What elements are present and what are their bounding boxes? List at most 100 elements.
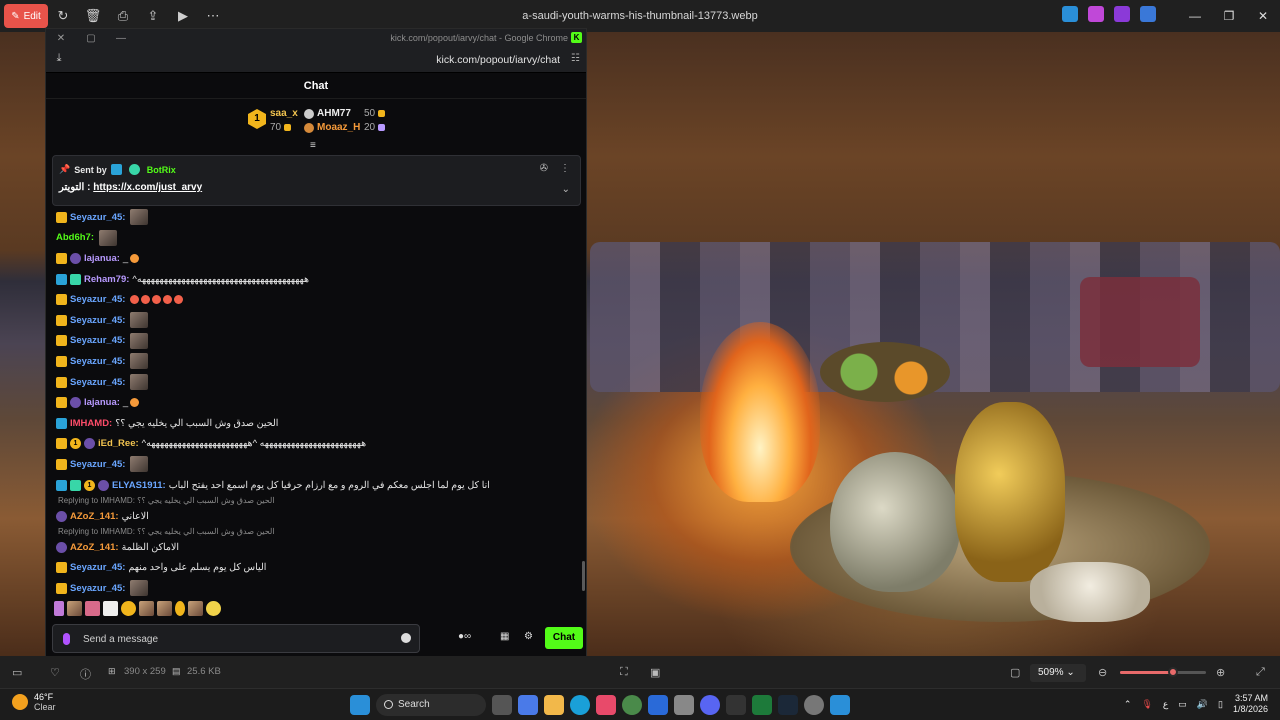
leader-first-name[interactable]: saa_x: [270, 108, 298, 119]
fullscreen-icon[interactable]: ⤢: [1256, 666, 1265, 679]
minimize-icon[interactable]: —: [1178, 0, 1212, 32]
zoom-knob[interactable]: [1168, 667, 1179, 677]
emote-icon[interactable]: [139, 601, 154, 616]
chrome-maximize-icon[interactable]: ▢: [76, 33, 106, 44]
store-app-icon[interactable]: [596, 695, 616, 715]
close-icon[interactable]: ✕: [1246, 0, 1280, 32]
chat-username[interactable]: AZoZ_141:: [70, 542, 119, 553]
chrome-close-icon[interactable]: ✕: [46, 33, 76, 44]
chat-input-box[interactable]: [52, 624, 420, 653]
chat-message[interactable]: lajanua: _: [46, 392, 584, 413]
pinned-link[interactable]: https://x.com/just_arvy: [93, 182, 202, 193]
weather-widget[interactable]: 46°F Clear: [12, 692, 56, 712]
designer-app-icon[interactable]: [1088, 6, 1104, 22]
emote-icon[interactable]: [103, 601, 118, 616]
emote-icon[interactable]: [206, 601, 221, 616]
chat-username[interactable]: IMHAMD:: [70, 418, 112, 429]
kicks-icon[interactable]: ●∞: [458, 631, 471, 642]
excel-icon[interactable]: [752, 695, 772, 715]
emote-icon[interactable]: [188, 601, 203, 616]
mic-tray-icon[interactable]: 🎙: [1141, 699, 1152, 710]
crop-icon[interactable]: ▣: [650, 666, 660, 679]
chat-message[interactable]: lajanua: _: [46, 248, 584, 269]
emote-icon[interactable]: [157, 601, 172, 616]
more-icon[interactable]: ⋯: [198, 4, 228, 28]
settings-app-icon[interactable]: [804, 695, 824, 715]
photos-app-icon[interactable]: [1062, 6, 1078, 22]
chrome-icon[interactable]: [622, 695, 642, 715]
chat-username[interactable]: ELYAS1911:: [112, 480, 166, 491]
task-view-icon[interactable]: [492, 695, 512, 715]
chat-username[interactable]: Seyazur_45:: [70, 377, 125, 388]
slideshow-icon[interactable]: ▶: [168, 4, 198, 28]
file-explorer-icon[interactable]: [544, 695, 564, 715]
chat-message[interactable]: Seyazur_45:: [46, 351, 584, 372]
share-icon[interactable]: ⇪: [138, 4, 168, 28]
store-icon[interactable]: ▦: [500, 631, 509, 642]
chat-message[interactable]: Reham79: ^ههههههههههههههههههههههههههههههه…: [46, 269, 584, 290]
chat-message[interactable]: Seyazur_45:: [46, 207, 584, 228]
print-icon[interactable]: ⎙: [108, 4, 138, 28]
chat-username[interactable]: Seyazur_45:: [70, 583, 125, 594]
chat-username[interactable]: Reham79:: [84, 274, 129, 285]
chat-username[interactable]: Seyazur_45:: [70, 459, 125, 470]
chat-username[interactable]: iEd_Ree:: [98, 438, 139, 449]
address-text[interactable]: kick.com/popout/iarvy/chat: [436, 47, 560, 73]
emote-image[interactable]: [130, 312, 149, 329]
network-icon[interactable]: ▭: [1178, 699, 1187, 710]
chat-username[interactable]: Abd6h7:: [56, 232, 94, 243]
chat-message[interactable]: Seyazur_45:: [46, 310, 584, 331]
emote-icon[interactable]: [67, 601, 82, 616]
copilot-icon[interactable]: [518, 695, 538, 715]
zoom-dropdown[interactable]: 509% ⌄: [1030, 664, 1086, 682]
settings-gear-icon[interactable]: ⚙: [524, 631, 533, 642]
chat-message[interactable]: AZoZ_141: الاعاني: [46, 506, 584, 527]
zoom-out-icon[interactable]: ⊖: [1098, 666, 1107, 679]
chat-message[interactable]: Seyazur_45:: [46, 578, 584, 599]
chat-scrollbar[interactable]: [582, 561, 585, 591]
chat-message[interactable]: Abd6h7:: [46, 228, 584, 249]
chat-message[interactable]: IMHAMD: الحين صدق وش السبب الي يخليه يجي …: [46, 413, 584, 434]
emote-icon[interactable]: [85, 601, 100, 616]
emote-image[interactable]: [130, 580, 149, 597]
emote-image[interactable]: [130, 456, 149, 473]
chat-message[interactable]: Seyazur_45:: [46, 372, 584, 393]
chat-username[interactable]: Seyazur_45:: [70, 315, 125, 326]
favorite-icon[interactable]: ♡: [50, 666, 60, 679]
volume-icon[interactable]: 🔊: [1197, 699, 1208, 710]
emote-image[interactable]: [130, 353, 149, 370]
fit-icon[interactable]: ⛶: [620, 666, 628, 679]
chat-username[interactable]: Seyazur_45:: [70, 212, 125, 223]
emote-icon[interactable]: [54, 601, 64, 616]
emote-icon[interactable]: [121, 601, 136, 616]
mail-icon[interactable]: [648, 695, 668, 715]
start-icon[interactable]: [350, 695, 370, 715]
leader-second-name[interactable]: AHM77: [317, 108, 351, 119]
chevron-down-icon[interactable]: ⌄: [562, 184, 570, 195]
zoom-slider[interactable]: [1120, 667, 1206, 677]
chat-username[interactable]: Seyazur_45:: [70, 294, 125, 305]
chat-message[interactable]: Seyazur_45:: [46, 289, 584, 310]
edge-icon[interactable]: [570, 695, 590, 715]
chat-username[interactable]: lajanua:: [84, 253, 120, 264]
chrome-minimize-icon[interactable]: —: [106, 33, 136, 44]
pin-more-icon[interactable]: ⋮: [560, 163, 570, 174]
clock[interactable]: 3:57 AM 1/8/2026: [1233, 693, 1268, 715]
language-indicator[interactable]: ع: [1163, 699, 1168, 710]
zoom-in-icon[interactable]: ⊕: [1216, 666, 1225, 679]
chat-send-button[interactable]: Chat: [545, 627, 583, 649]
chat-username[interactable]: Seyazur_45:: [70, 335, 125, 346]
emote-image[interactable]: [130, 209, 149, 226]
actual-size-icon[interactable]: ▢: [1010, 666, 1020, 679]
capcut-icon[interactable]: [726, 695, 746, 715]
onedrive-icon[interactable]: [1140, 6, 1156, 22]
steam-icon[interactable]: [778, 695, 798, 715]
chat-message[interactable]: 1 iEd_Ree: ^هههههههههههههههههههههههه ^هههه…: [46, 434, 584, 455]
chat-username[interactable]: AZoZ_141:: [70, 511, 119, 522]
pinned-message[interactable]: 📌 Sent by BotRix التويتر : https://x.com…: [52, 155, 581, 206]
chat-username[interactable]: lajanua:: [84, 397, 120, 408]
battery-icon[interactable]: ▯: [1218, 699, 1223, 710]
chat-username[interactable]: Seyazur_45:: [70, 562, 125, 573]
clipchamp-app-icon[interactable]: [1114, 6, 1130, 22]
download-icon[interactable]: ⤓: [52, 52, 66, 66]
